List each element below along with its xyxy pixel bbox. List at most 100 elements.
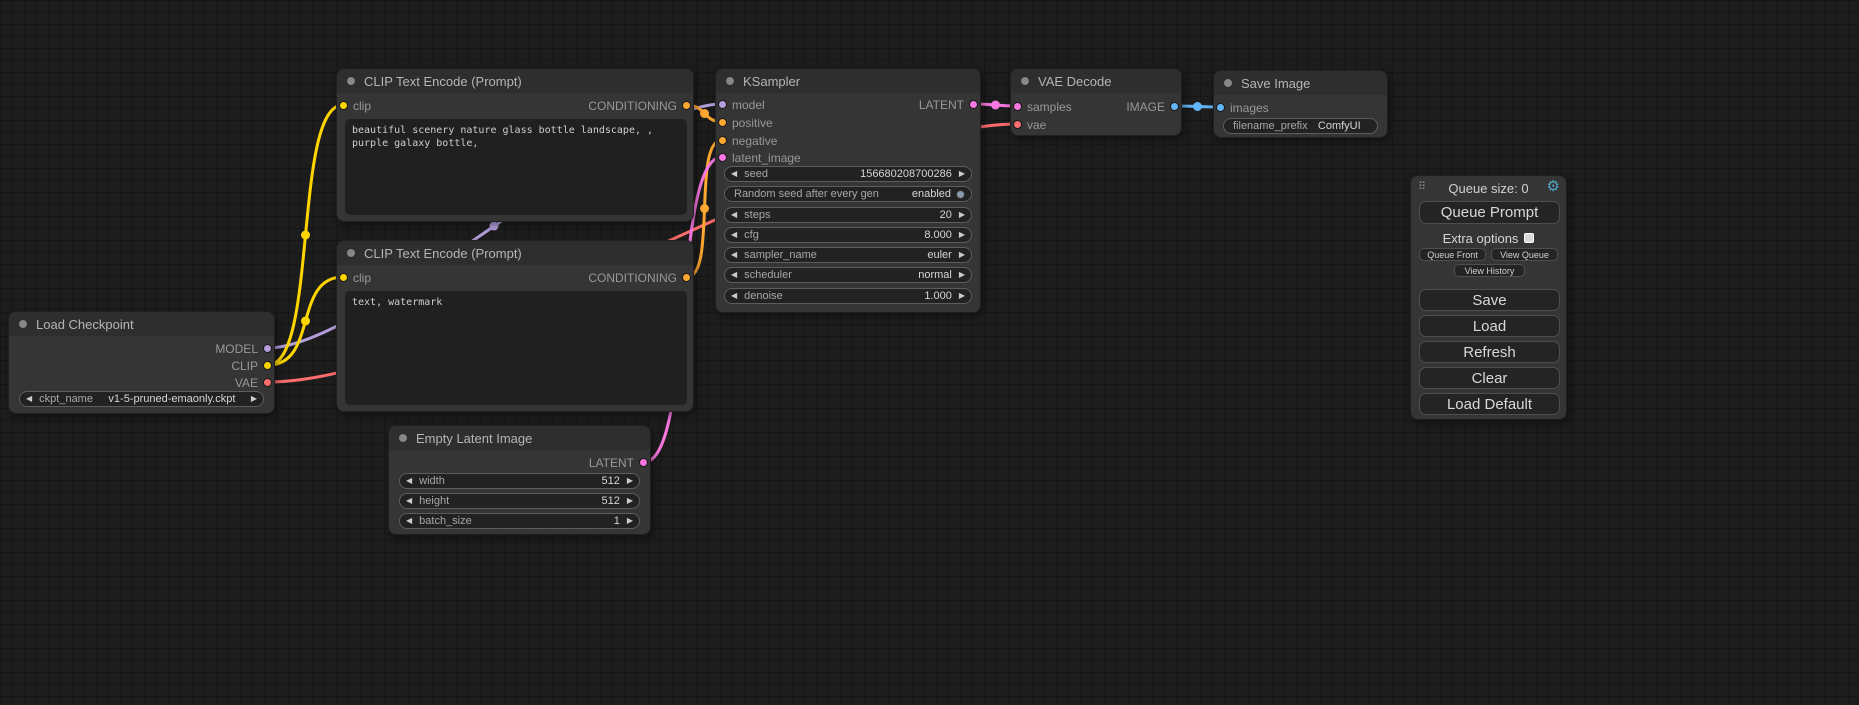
output-slot-clip[interactable] [263, 361, 272, 370]
input-slot-latent-image[interactable] [718, 153, 727, 162]
widget-label: width [419, 475, 445, 487]
extra-options-checkbox[interactable] [1524, 233, 1534, 243]
decrement-icon[interactable]: ◀ [406, 513, 412, 529]
settings-gear-icon[interactable]: ⚙ [1547, 177, 1560, 195]
input-slot-samples[interactable] [1013, 102, 1022, 111]
output-label-vae: VAE [235, 376, 258, 390]
view-history-button[interactable]: View History [1454, 264, 1525, 277]
node-vae-decode[interactable]: VAE Decode samples vae IMAGE [1010, 68, 1182, 136]
widget-label: filename_prefix [1233, 120, 1308, 132]
decrement-icon[interactable]: ◀ [731, 207, 737, 223]
increment-icon[interactable]: ▶ [959, 166, 965, 182]
widget-scheduler[interactable]: ◀ scheduler normal ▶ [724, 267, 972, 283]
widget-random-seed-toggle[interactable]: Random seed after every gen enabled [724, 186, 972, 202]
output-slot-latent[interactable] [969, 100, 978, 109]
graph-canvas[interactable]: Load Checkpoint MODEL CLIP VAE ◀ ckpt_na… [0, 0, 1859, 705]
node-header[interactable]: CLIP Text Encode (Prompt) [337, 69, 693, 93]
decrement-icon[interactable]: ◀ [731, 166, 737, 182]
input-slot-clip[interactable] [339, 273, 348, 282]
save-button[interactable]: Save [1419, 289, 1560, 311]
increment-icon[interactable]: ▶ [627, 493, 633, 509]
input-slot-vae[interactable] [1013, 120, 1022, 129]
load-default-button[interactable]: Load Default [1419, 393, 1560, 415]
next-value-icon[interactable]: ▶ [959, 267, 965, 283]
next-value-icon[interactable]: ▶ [251, 391, 257, 407]
input-label-vae: vae [1027, 118, 1046, 132]
output-label-clip: CLIP [231, 359, 258, 373]
clear-button[interactable]: Clear [1419, 367, 1560, 389]
node-ksampler[interactable]: KSampler model positive negative latent_… [715, 68, 981, 313]
decrement-icon[interactable]: ◀ [731, 227, 737, 243]
queue-prompt-button[interactable]: Queue Prompt [1419, 201, 1560, 224]
node-save-image[interactable]: Save Image images filename_prefix ComfyU… [1213, 70, 1388, 138]
widget-steps[interactable]: ◀ steps 20 ▶ [724, 207, 972, 223]
prompt-text-input[interactable]: text, watermark [345, 291, 687, 405]
output-slot-image[interactable] [1170, 102, 1179, 111]
widget-label: Random seed after every gen [734, 188, 879, 200]
node-header[interactable]: CLIP Text Encode (Prompt) [337, 241, 693, 265]
input-slot-positive[interactable] [718, 118, 727, 127]
increment-icon[interactable]: ▶ [959, 227, 965, 243]
widget-value: enabled [912, 188, 951, 200]
node-header[interactable]: Load Checkpoint [9, 312, 274, 336]
collapse-toggle-icon[interactable] [18, 319, 28, 329]
widget-value: ComfyUI [1308, 120, 1371, 132]
collapse-toggle-icon[interactable] [1020, 76, 1030, 86]
node-clip-text-encode-negative[interactable]: CLIP Text Encode (Prompt) clip CONDITION… [336, 240, 694, 412]
output-slot-latent[interactable] [639, 458, 648, 467]
node-header[interactable]: VAE Decode [1011, 69, 1181, 93]
widget-denoise[interactable]: ◀ denoise 1.000 ▶ [724, 288, 972, 304]
increment-icon[interactable]: ▶ [627, 513, 633, 529]
prev-value-icon[interactable]: ◀ [26, 391, 32, 407]
prompt-text-input[interactable]: beautiful scenery nature glass bottle la… [345, 119, 687, 215]
next-value-icon[interactable]: ▶ [959, 247, 965, 263]
widget-filename-prefix[interactable]: filename_prefix ComfyUI [1223, 118, 1378, 134]
output-slot-conditioning[interactable] [682, 273, 691, 282]
input-slot-model[interactable] [718, 100, 727, 109]
prev-value-icon[interactable]: ◀ [731, 267, 737, 283]
load-button[interactable]: Load [1419, 315, 1560, 337]
toggle-on-indicator-icon [956, 190, 965, 199]
output-slot-conditioning[interactable] [682, 101, 691, 110]
refresh-button[interactable]: Refresh [1419, 341, 1560, 363]
widget-cfg[interactable]: ◀ cfg 8.000 ▶ [724, 227, 972, 243]
queue-size-label: Queue size: 0 [1411, 181, 1566, 196]
collapse-toggle-icon[interactable] [1223, 78, 1233, 88]
decrement-icon[interactable]: ◀ [406, 493, 412, 509]
widget-height[interactable]: ◀ height 512 ▶ [399, 493, 640, 509]
view-queue-button[interactable]: View Queue [1491, 248, 1558, 261]
input-slot-images[interactable] [1216, 103, 1225, 112]
widget-value: 512 [601, 475, 619, 487]
node-empty-latent-image[interactable]: Empty Latent Image LATENT ◀ width 512 ▶ … [388, 425, 651, 535]
widget-batch-size[interactable]: ◀ batch_size 1 ▶ [399, 513, 640, 529]
collapse-toggle-icon[interactable] [725, 76, 735, 86]
prev-value-icon[interactable]: ◀ [731, 247, 737, 263]
collapse-toggle-icon[interactable] [346, 248, 356, 258]
input-label-latent-image: latent_image [732, 151, 801, 165]
decrement-icon[interactable]: ◀ [406, 473, 412, 489]
widget-seed[interactable]: ◀ seed 156680208700286 ▶ [724, 166, 972, 182]
widget-sampler-name[interactable]: ◀ sampler_name euler ▶ [724, 247, 972, 263]
node-header[interactable]: Empty Latent Image [389, 426, 650, 450]
collapse-toggle-icon[interactable] [346, 76, 356, 86]
input-slot-negative[interactable] [718, 136, 727, 145]
widget-label: denoise [744, 290, 783, 302]
collapse-toggle-icon[interactable] [398, 433, 408, 443]
output-slot-model[interactable] [263, 344, 272, 353]
wire-clip-negative-midpoint-dot [301, 317, 310, 326]
widget-width[interactable]: ◀ width 512 ▶ [399, 473, 640, 489]
node-header[interactable]: KSampler [716, 69, 980, 93]
widget-value: euler [927, 249, 951, 261]
decrement-icon[interactable]: ◀ [731, 288, 737, 304]
widget-ckpt-name[interactable]: ◀ ckpt_name v1-5-pruned-emaonly.ckpt ▶ [19, 391, 264, 407]
input-slot-clip[interactable] [339, 101, 348, 110]
node-clip-text-encode-positive[interactable]: CLIP Text Encode (Prompt) clip CONDITION… [336, 68, 694, 222]
output-slot-vae[interactable] [263, 378, 272, 387]
queue-front-button[interactable]: Queue Front [1419, 248, 1486, 261]
widget-label: batch_size [419, 515, 472, 527]
node-load-checkpoint[interactable]: Load Checkpoint MODEL CLIP VAE ◀ ckpt_na… [8, 311, 275, 414]
increment-icon[interactable]: ▶ [627, 473, 633, 489]
increment-icon[interactable]: ▶ [959, 207, 965, 223]
node-header[interactable]: Save Image [1214, 71, 1387, 95]
increment-icon[interactable]: ▶ [959, 288, 965, 304]
